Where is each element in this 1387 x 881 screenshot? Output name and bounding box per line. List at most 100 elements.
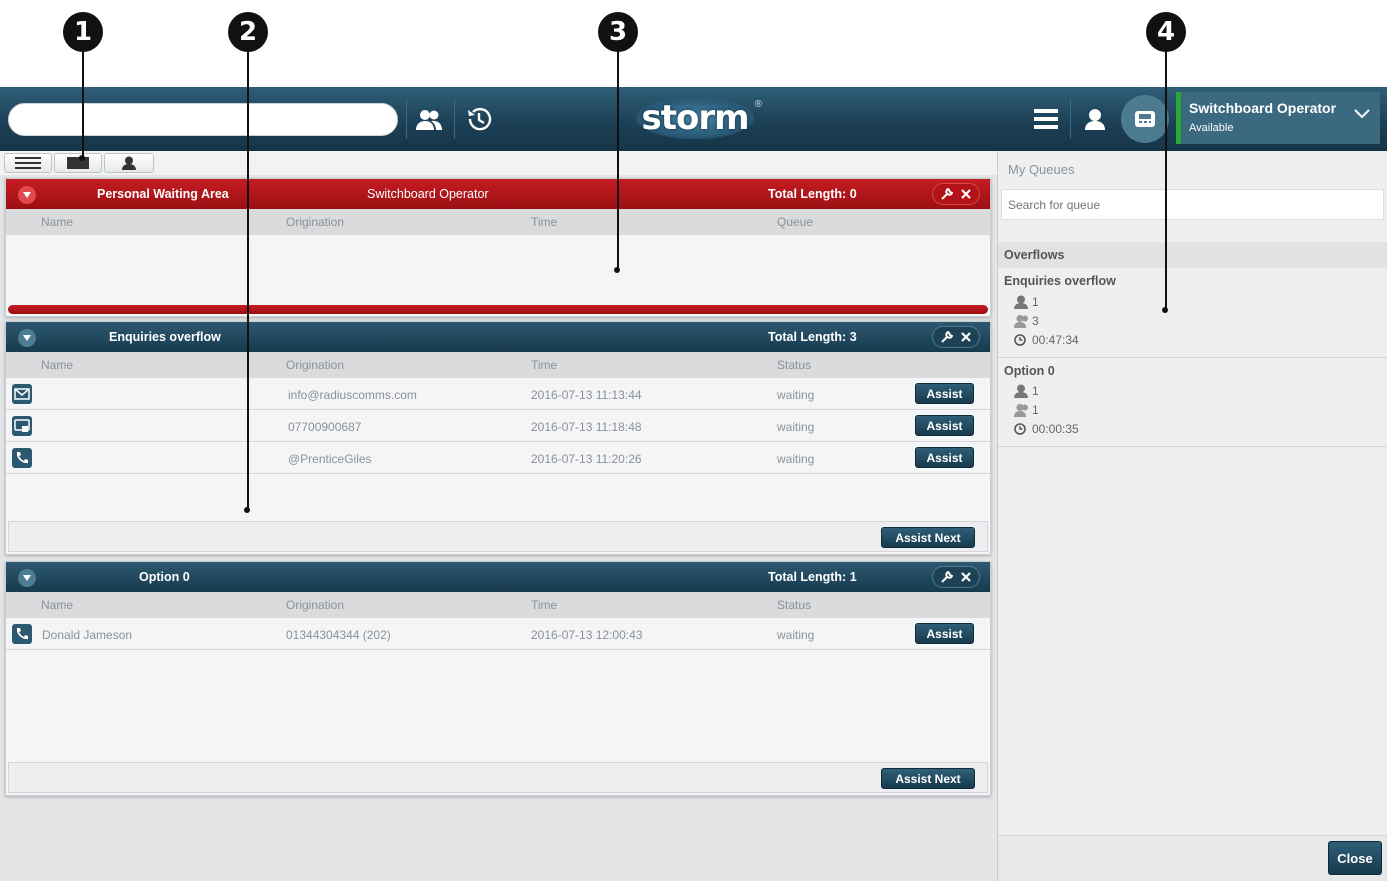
column-header[interactable]: Status	[777, 358, 811, 372]
column-header[interactable]: Name	[41, 358, 73, 372]
callout-2: 2	[228, 12, 268, 52]
callout-3-line	[617, 50, 619, 270]
column-header[interactable]: Time	[531, 598, 557, 612]
column-headers: Name Origination Time Queue	[6, 209, 990, 235]
queue-panels-area: Personal Waiting Area Switchboard Operat…	[0, 175, 997, 881]
sidebar-footer: Close	[998, 835, 1387, 881]
list-view-button[interactable]	[4, 153, 52, 173]
assist-next-button[interactable]: Assist Next	[881, 768, 975, 789]
column-header[interactable]: Status	[777, 598, 811, 612]
wrench-icon[interactable]	[941, 331, 953, 343]
desk-phone-icon	[1135, 111, 1155, 127]
assist-button[interactable]: Assist	[915, 383, 974, 404]
panel-footer-bar	[8, 305, 988, 314]
column-header[interactable]: Origination	[286, 358, 344, 372]
enquiries-overflow-panel: Enquiries overflow Total Length: 3 Name …	[5, 321, 991, 555]
contacts-icon[interactable]	[412, 105, 446, 135]
row-time: 2016-07-13 11:13:44	[531, 388, 642, 402]
history-icon[interactable]	[462, 103, 496, 135]
row-time: 2016-07-13 12:00:43	[531, 628, 643, 642]
table-row[interactable]: 07700900687 2016-07-13 11:18:48 waiting …	[6, 410, 990, 442]
row-name: Donald Jameson	[42, 628, 133, 642]
panel-header: Option 0 Total Length: 1	[6, 562, 990, 592]
wrench-icon[interactable]	[941, 571, 953, 583]
close-button[interactable]: Close	[1328, 841, 1382, 875]
user-status-menu[interactable]: Switchboard Operator Available	[1176, 92, 1380, 144]
collapse-button[interactable]	[18, 569, 36, 587]
column-header[interactable]: Name	[41, 598, 73, 612]
close-icon[interactable]	[961, 189, 971, 199]
column-headers: Name Origination Time Status	[6, 592, 990, 618]
row-status: waiting	[777, 452, 815, 466]
menu-icon[interactable]	[1031, 105, 1061, 133]
operator-icon	[122, 156, 136, 170]
column-header[interactable]: Origination	[286, 215, 344, 229]
column-header[interactable]: Time	[531, 358, 557, 372]
callout-4: 4	[1146, 12, 1186, 52]
operator-icon[interactable]	[1080, 105, 1110, 133]
app-header: storm ® Switchboard Operator Available	[0, 87, 1387, 151]
column-header[interactable]: Name	[41, 215, 73, 229]
sidebar-title: My Queues	[1008, 162, 1075, 177]
queue-agents: 1	[1014, 295, 1039, 309]
row-time: 2016-07-13 11:18:48	[531, 420, 642, 434]
chat-icon	[12, 416, 32, 436]
collapse-button[interactable]	[18, 186, 36, 204]
row-status: waiting	[777, 628, 815, 642]
waiting-callers-icon	[1014, 314, 1032, 328]
option-0-panel: Option 0 Total Length: 1 Name Originatio…	[5, 561, 991, 796]
panel-total-length: Total Length: 1	[768, 570, 857, 584]
email-icon	[12, 384, 32, 404]
panel-tools	[932, 566, 980, 588]
assist-button[interactable]: Assist	[915, 447, 974, 468]
panel-footer: Assist Next	[8, 521, 988, 552]
queue-item[interactable]: Option 0 1 1 00:00:35	[998, 358, 1387, 447]
assist-button[interactable]: Assist	[915, 415, 974, 436]
column-header[interactable]: Time	[531, 215, 557, 229]
queue-search-input[interactable]	[1001, 189, 1384, 220]
global-search-input[interactable]	[8, 103, 398, 136]
column-header[interactable]: Queue	[777, 215, 813, 229]
agent-icon	[1014, 384, 1032, 398]
close-icon[interactable]	[961, 332, 971, 342]
waiting-callers-icon	[1014, 403, 1032, 417]
chevron-down-icon	[23, 575, 31, 581]
storm-logo: storm ®	[620, 89, 770, 147]
queue-agents: 1	[1014, 384, 1039, 398]
assist-next-button[interactable]: Assist Next	[881, 527, 975, 548]
panel-footer: Assist Next	[8, 762, 988, 793]
callout-3-dot	[614, 267, 620, 273]
phone-icon	[12, 448, 32, 468]
panel-view-button[interactable]	[54, 153, 102, 173]
row-origination: 07700900687	[288, 420, 362, 434]
agent-icon	[1014, 295, 1032, 309]
close-icon[interactable]	[961, 572, 971, 582]
user-status: Available	[1189, 122, 1234, 134]
list-icon	[15, 157, 41, 169]
section-header: Overflows	[998, 242, 1387, 268]
panel-total-length: Total Length: 0	[768, 187, 857, 201]
column-header[interactable]: Origination	[286, 598, 344, 612]
clock-icon	[1014, 423, 1032, 435]
operator-view-button[interactable]	[104, 153, 154, 173]
table-row[interactable]: info@radiuscomms.com 2016-07-13 11:13:44…	[6, 378, 990, 410]
callout-1-line	[82, 50, 84, 157]
callout-1-dot	[79, 155, 85, 161]
chevron-down-icon	[23, 335, 31, 341]
wrench-icon[interactable]	[941, 188, 953, 200]
callout-4-dot	[1162, 307, 1168, 313]
phone-device-button[interactable]	[1121, 95, 1169, 143]
callout-3: 3	[598, 12, 638, 52]
panel-tools	[932, 326, 980, 348]
queue-wait-time: 00:47:34	[1014, 333, 1079, 347]
view-toolbar	[0, 151, 997, 175]
column-headers: Name Origination Time Status	[6, 352, 990, 378]
table-row[interactable]: Donald Jameson 01344304344 (202) 2016-07…	[6, 618, 990, 650]
user-name: Switchboard Operator	[1189, 100, 1337, 116]
table-row[interactable]: @PrenticeGiles 2016-07-13 11:20:26 waiti…	[6, 442, 990, 474]
collapse-button[interactable]	[18, 329, 36, 347]
assist-button[interactable]: Assist	[915, 623, 974, 644]
header-divider	[406, 99, 407, 139]
row-origination: 01344304344 (202)	[286, 628, 391, 642]
queue-item[interactable]: Enquiries overflow 1 3 00:47:34	[998, 268, 1387, 358]
